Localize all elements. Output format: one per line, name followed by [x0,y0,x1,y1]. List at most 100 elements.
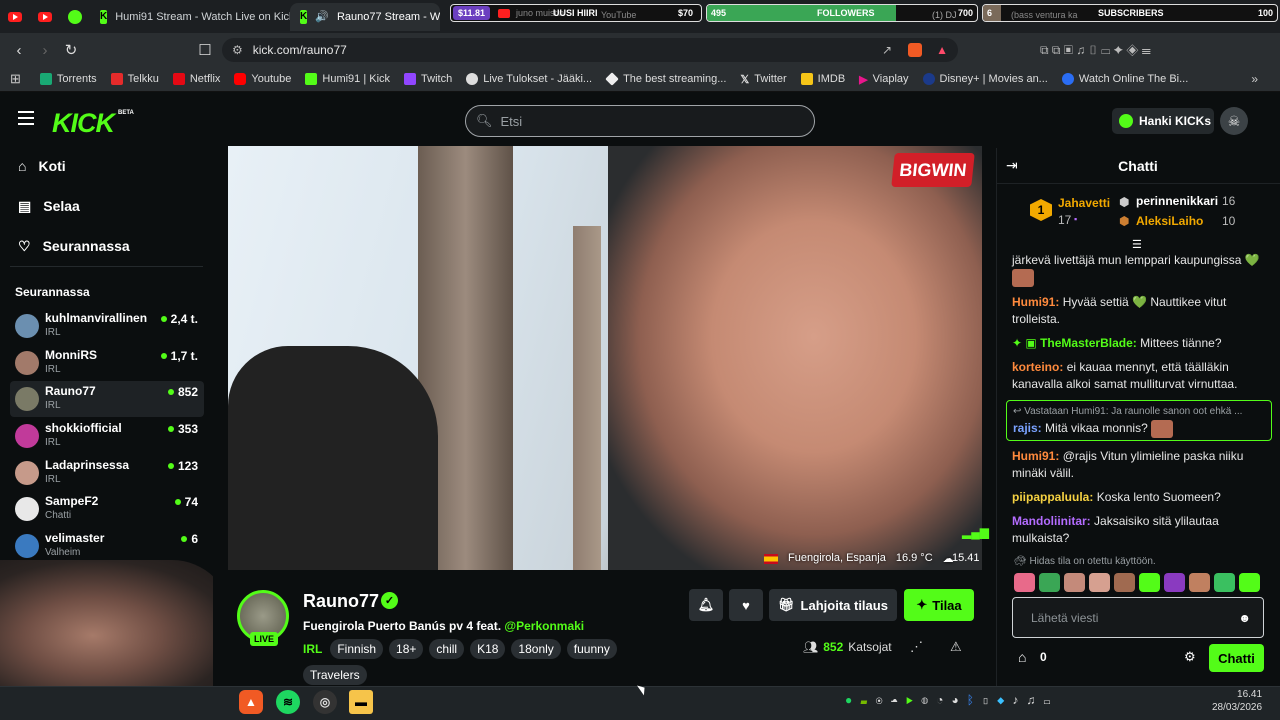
tab-youtube-pinned[interactable] [0,3,30,31]
bookmark-item[interactable]: Live Tulokset - Jääki... [461,73,597,85]
category-link[interactable]: IRL [303,639,322,659]
hamburger-menu-icon[interactable] [18,111,34,129]
following-channel-selected[interactable]: Rauno77 IRL 852 [10,381,204,417]
tag[interactable]: K18 [470,639,506,659]
chat-input[interactable]: Lähetä viesti ☻ [1012,597,1264,638]
emote-icon[interactable] [1114,573,1135,592]
volume-icon[interactable]: ♫ [1026,693,1043,707]
bookmark-item[interactable]: Telkku [106,73,164,85]
tag[interactable]: fuunny [566,639,617,659]
emote-icon[interactable] [1139,573,1160,592]
nvidia-icon[interactable]: ▰ [860,693,875,707]
bookmark-item[interactable]: Disney+ | Movies an... [918,73,1053,85]
bookmark-item[interactable]: Humi91 | Kick [300,73,395,85]
brave-rewards-icon[interactable]: ▲ [936,43,948,57]
tab-humi91[interactable]: K Humi91 Stream - Watch Live on Kick [90,3,290,31]
leaderboard-name[interactable]: Jahavetti [1058,196,1110,210]
bookmark-item[interactable]: Torrents [35,73,102,85]
tab-rauno77[interactable]: K🔊Rauno77 Stream - Watch [290,2,440,31]
cloud-icon[interactable]: ☁ [891,693,906,707]
video-player[interactable] [228,146,982,570]
following-channel[interactable]: Ladaprinsessa IRL 123 [10,455,204,491]
app-tray-icon[interactable]: ◆ [997,693,1012,707]
gift-sub-button[interactable]: 🎁︎ Lahjoita tilaus [769,589,897,621]
tab-pinned-green[interactable] [60,3,90,31]
bookmark-item[interactable]: IMDB [796,73,851,85]
reload-icon[interactable]: ↻ [58,41,84,59]
streamer-name[interactable]: Rauno77 [303,591,379,612]
bookmark-item[interactable]: Watch Online The Bi... [1057,73,1193,85]
get-kicks-button[interactable]: Hanki KICKs [1112,108,1214,134]
file-explorer-icon[interactable]: ▬ [349,690,373,714]
tag[interactable]: Travelers [303,665,367,685]
forward-icon[interactable]: › [32,42,58,59]
network-icon[interactable]: ▭ [1043,693,1058,707]
emote-icon[interactable] [1189,573,1210,592]
bookmark-icon[interactable]: ☐ [192,41,218,59]
notifications-button[interactable]: 🔔︎ [689,589,723,621]
tag[interactable]: 18+ [389,639,424,659]
expand-leaderboard-icon[interactable]: ☰ [1132,238,1142,251]
obs-icon[interactable]: ◎ [313,690,337,714]
emote-icon[interactable] [1214,573,1235,592]
bookmark-item[interactable]: ▶ Viaplay [854,73,913,86]
search-input[interactable]: 🔍︎ Etsi [465,105,815,137]
system-clock[interactable]: 16.41 28/03/2026 [1212,688,1262,714]
url-field[interactable]: ⚙ kick.com/rauno77 ↗ ▲ [222,38,958,62]
brave-shield-icon[interactable] [908,43,922,57]
tab-youtube-pinned-2[interactable] [30,3,60,31]
app-tray-icon[interactable]: ◔ [936,693,951,707]
sidebar-nav-browse[interactable]: ▤ Selaa [18,195,80,217]
leaderboard-name[interactable]: AleksiLaiho [1136,214,1203,228]
following-channel[interactable]: kuhlmanvirallinen IRL 2,4 t. [10,308,204,344]
send-chat-button[interactable]: Chatti [1209,644,1264,672]
emote-icon[interactable] [1164,573,1185,592]
sidebar-nav-home[interactable]: ⌂ Koti [18,155,66,177]
play-tray-icon[interactable]: ▶ [906,693,921,707]
following-channel[interactable]: SampeF2 Chatti 74 [10,491,204,527]
mention-link[interactable]: @Perkonmaki [504,619,584,633]
leaderboard-name[interactable]: perinnenikkari [1136,194,1218,208]
more-bookmarks-icon[interactable]: » [1251,72,1258,86]
back-icon[interactable]: ‹ [6,42,32,59]
subscribe-button[interactable]: ✦ Tilaa [904,589,974,621]
mic-icon[interactable]: ♪ [1012,693,1026,707]
tag[interactable]: chill [429,639,465,659]
bookmark-item[interactable]: The best streaming... [601,72,731,86]
emote-icon[interactable] [1064,573,1085,592]
bookmark-item[interactable]: Youtube [229,73,296,85]
follow-button[interactable]: ♥ [729,589,763,621]
spotify-icon[interactable]: ≋ [276,690,300,714]
spotify-tray-icon[interactable]: ● [845,693,860,707]
following-channel[interactable]: MonniRS IRL 1,7 t. [10,345,204,381]
emoji-icon[interactable]: ☻ [1238,611,1251,625]
kick-logo[interactable]: KICK [52,108,115,139]
bookmark-item[interactable]: Twitch [399,73,457,85]
user-avatar[interactable]: ☠ [1220,107,1248,135]
settings-icon[interactable]: ⚙ [1184,649,1196,665]
bookmark-item[interactable]: Netflix [168,73,226,85]
extensions-icon[interactable]: ⧉ ⧉ ▣ ♫ ▯ ▭ ✦ ◈ ☰ [1040,43,1151,58]
tag[interactable]: Finnish [330,639,384,659]
app-tray-icon[interactable]: ◕ [952,693,967,707]
emote-icon[interactable] [1089,573,1110,592]
battery-icon[interactable]: ▯ [982,693,997,707]
emote-icon[interactable] [1039,573,1060,592]
tag[interactable]: 18only [511,639,561,659]
following-channel[interactable]: shokkiofficial IRL 353 [10,418,204,454]
following-channel[interactable]: velimaster Valheim 6 [10,528,204,564]
site-info-icon[interactable]: ⚙ [232,43,243,57]
brave-browser-icon[interactable]: ▲ [239,690,263,714]
bookmark-item[interactable]: 𝕏 Twitter [735,73,791,86]
steam-icon[interactable]: ◍ [921,693,936,707]
bluetooth-icon[interactable]: ᛒ [967,693,982,707]
store-icon[interactable]: ⌂ [1018,649,1026,665]
collapse-chat-icon[interactable]: ⇥ [1006,157,1018,174]
share-icon[interactable]: ⋰ [910,639,923,655]
discord-icon[interactable]: ◉ [875,693,890,707]
apps-icon[interactable]: ⊞ [10,71,21,87]
sidebar-nav-following[interactable]: ♡ Seurannassa [18,235,130,257]
emote-icon[interactable] [1239,573,1260,592]
report-icon[interactable]: ⚠ [950,639,962,655]
emote-icon[interactable] [1014,573,1035,592]
